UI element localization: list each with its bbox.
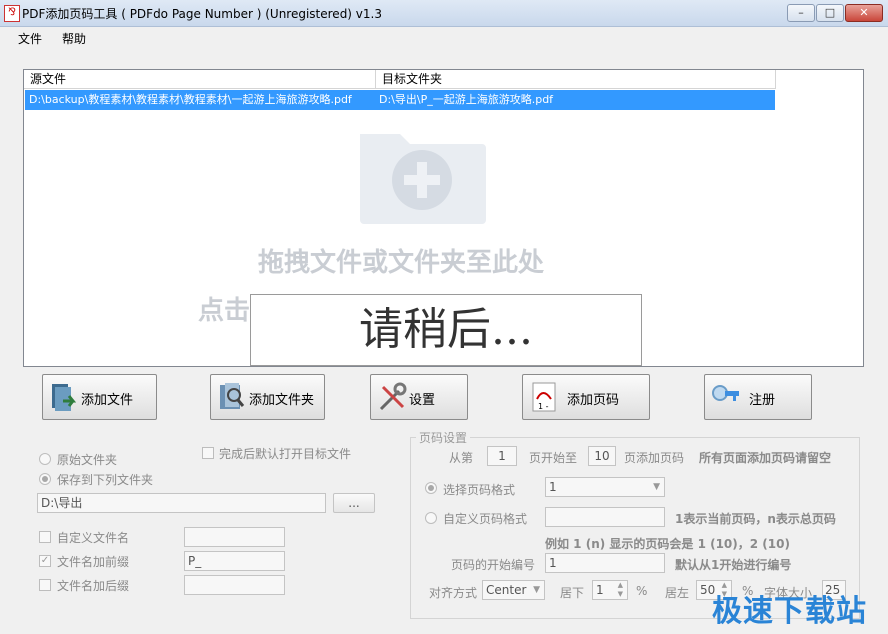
pdf-page-number-icon: 1 -: [532, 382, 556, 412]
drop-hint: 拖拽文件或文件夹至此处: [258, 248, 545, 278]
folder-search-icon: [220, 383, 245, 409]
add-prefix-label: 文件名加前缀: [57, 555, 130, 569]
chevron-down-icon: ▼: [533, 585, 540, 595]
page-settings-title: 页码设置: [416, 429, 471, 446]
align-label: 对齐方式: [429, 586, 478, 600]
start-number-label: 页码的开始编号: [451, 558, 536, 572]
click-hint: 点击: [198, 296, 251, 326]
open-after-checkbox[interactable]: [202, 447, 214, 459]
start-number-field[interactable]: 1: [545, 553, 665, 573]
register-button[interactable]: 注册: [704, 374, 812, 420]
column-header-source[interactable]: 源文件: [24, 70, 376, 89]
bottom-label: 居下: [560, 586, 585, 600]
loading-overlay: 请稍后...: [250, 294, 642, 366]
add-suffix-label: 文件名加后缀: [57, 579, 130, 593]
stepper-arrows-icon: ▲ ▼: [617, 581, 623, 598]
open-after-label: 完成后默认打开目标文件: [219, 447, 352, 461]
select-format-radio[interactable]: [425, 482, 437, 494]
start-at-label: 页开始至: [529, 451, 578, 465]
browse-button[interactable]: ...: [333, 493, 375, 513]
align-select-value: Center: [486, 583, 527, 597]
custom-format-field[interactable]: [545, 507, 665, 527]
add-prefix-checkbox[interactable]: ✓: [39, 555, 51, 567]
output-folder-field[interactable]: D:\导出: [37, 493, 326, 513]
pdf-app-icon: ⅋: [4, 5, 20, 22]
format-select-value: 1: [549, 480, 557, 494]
save-to-folder-label: 保存到下列文件夹: [57, 473, 154, 487]
settings-label: 设置: [409, 393, 436, 408]
add-folder-button[interactable]: 添加文件夹: [210, 374, 325, 420]
add-page-number-label: 添加页码: [567, 393, 620, 408]
prefix-field[interactable]: P_: [184, 551, 285, 571]
site-watermark: 极速下载站: [712, 594, 867, 629]
custom-format-label: 自定义页码格式: [443, 512, 528, 526]
add-suffix-checkbox[interactable]: [39, 579, 51, 591]
chevron-down-icon: ▼: [653, 482, 660, 492]
menu-file[interactable]: 文件: [18, 30, 42, 47]
add-page-number-button[interactable]: 1 - 添加页码: [522, 374, 650, 420]
table-row[interactable]: D:\backup\教程素材\教程素材\教程素材\一起游上海旅游攻略.pdf D…: [25, 90, 775, 110]
to-page-field[interactable]: 10: [588, 446, 616, 466]
target-file-cell: D:\导出\P_一起游上海旅游攻略.pdf: [379, 93, 554, 106]
close-icon[interactable]: ✕: [845, 4, 883, 22]
column-header-target[interactable]: 目标文件夹: [376, 70, 776, 89]
custom-format-radio[interactable]: [425, 512, 437, 524]
svg-text:1 -: 1 -: [538, 402, 549, 411]
settings-button[interactable]: 设置: [370, 374, 468, 420]
format-example: 例如 1 (n) 显示的页码会是 1 (10)，2 (10): [545, 537, 790, 551]
title-bar: ⅋ PDF添加页码工具 ( PDFdo Page Number ) (Unreg…: [0, 0, 888, 27]
save-to-folder-radio[interactable]: [39, 473, 51, 485]
original-folder-radio[interactable]: [39, 453, 51, 465]
register-label: 注册: [749, 393, 776, 408]
tools-icon: [379, 382, 407, 411]
maximize-icon[interactable]: □: [816, 4, 844, 22]
from-label: 从第: [449, 451, 474, 465]
percent-label: %: [636, 584, 648, 598]
menu-bar: 文件 帮助: [0, 27, 888, 49]
custom-name-checkbox[interactable]: [39, 531, 51, 543]
add-file-icon: [52, 384, 77, 411]
format-select[interactable]: 1 ▼: [545, 477, 665, 497]
original-folder-label: 原始文件夹: [57, 453, 118, 467]
add-folder-icon: [360, 134, 486, 224]
minimize-icon[interactable]: –: [787, 4, 815, 22]
from-page-field[interactable]: 1: [487, 446, 517, 466]
add-folder-label: 添加文件夹: [249, 393, 315, 408]
window-title: PDF添加页码工具 ( PDFdo Page Number ) (Unregis…: [22, 7, 382, 21]
key-icon: [712, 385, 739, 401]
all-pages-hint: 所有页面添加页码请留空: [699, 451, 832, 465]
start-number-hint: 默认从1开始进行编号: [675, 558, 792, 572]
select-format-label: 选择页码格式: [443, 483, 516, 497]
add-file-label: 添加文件: [81, 393, 134, 408]
left-label: 居左: [665, 586, 690, 600]
bottom-stepper[interactable]: 1 ▲ ▼: [592, 580, 628, 600]
source-file-cell: D:\backup\教程素材\教程素材\教程素材\一起游上海旅游攻略.pdf: [29, 93, 352, 106]
bottom-stepper-value: 1: [596, 583, 604, 597]
custom-name-field[interactable]: [184, 527, 285, 547]
menu-help[interactable]: 帮助: [62, 30, 86, 47]
align-select[interactable]: Center ▼: [482, 580, 545, 600]
custom-name-label: 自定义文件名: [57, 531, 130, 545]
format-hint: 1表示当前页码，n表示总页码: [675, 512, 836, 526]
add-file-button[interactable]: 添加文件: [42, 374, 157, 420]
suffix-field[interactable]: [184, 575, 285, 595]
add-label: 页添加页码: [624, 451, 685, 465]
